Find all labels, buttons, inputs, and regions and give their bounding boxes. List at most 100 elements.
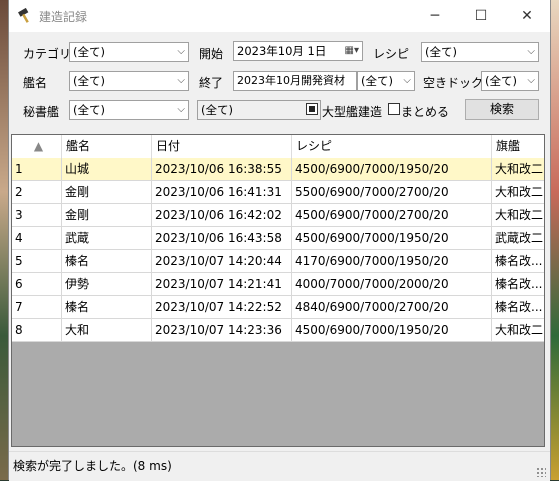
cell-flagship: 榛名改...: [492, 250, 544, 272]
secretary-label: 秘書艦: [23, 105, 60, 119]
cell-flagship: 榛名改...: [492, 296, 544, 318]
column-header-date[interactable]: 日付: [152, 135, 292, 158]
category-select[interactable]: (全て) ⌵: [69, 42, 189, 62]
cell-date: 2023/10/06 16:43:58: [152, 227, 292, 249]
cell-row-number: 5: [12, 250, 62, 272]
cell-row-number: 4: [12, 227, 62, 249]
table-row[interactable]: 5 榛名 2023/10/07 14:20:44 4170/6900/7000/195…: [12, 250, 544, 273]
cell-date: 2023/10/07 14:20:44: [152, 250, 292, 272]
secretary-select[interactable]: (全て) ⌵: [69, 100, 189, 120]
column-header-ship[interactable]: 艦名: [62, 135, 152, 158]
title-bar: 建造記録 ─ ☐ ✕: [9, 0, 550, 32]
cell-ship: 武蔵: [62, 227, 152, 249]
cell-date: 2023/10/07 14:21:41: [152, 273, 292, 295]
cell-recipe: 5500/6900/7000/2700/20: [292, 181, 492, 203]
cell-date: 2023/10/07 14:22:52: [152, 296, 292, 318]
minimize-button[interactable]: ─: [412, 0, 458, 32]
recipe-select[interactable]: (全て) ⌵: [421, 42, 539, 62]
dock-value: (全て): [485, 74, 517, 88]
column-header-flagship[interactable]: 旗艦: [492, 135, 544, 158]
secretary2-value: (全て): [201, 103, 233, 117]
cell-recipe: 4840/6900/7000/2700/20: [292, 296, 492, 318]
cell-recipe: 4500/6900/7000/1950/20: [292, 227, 492, 249]
cell-row-number: 8: [12, 319, 62, 341]
chevron-down-icon: ⌵: [177, 104, 185, 115]
large-build-checkbox[interactable]: [306, 103, 318, 115]
cell-row-number: 2: [12, 181, 62, 203]
cell-flagship: 大和改二: [492, 319, 544, 341]
start-label: 開始: [199, 47, 224, 61]
search-button[interactable]: 検索: [465, 99, 539, 120]
cell-ship: 榛名: [62, 250, 152, 272]
resize-grip-icon[interactable]: [536, 467, 546, 477]
table-row[interactable]: 6 伊勢 2023/10/07 14:21:41 4000/7000/7000/200…: [12, 273, 544, 296]
row-header-sort[interactable]: ▲: [12, 135, 62, 158]
table-row[interactable]: 8 大和 2023/10/07 14:23:36 4500/6900/7000/195…: [12, 319, 544, 342]
results-table: ▲ 艦名 日付 レシピ 旗艦 1 山城 2023/10/06 16:38:55 450…: [11, 134, 545, 447]
cell-ship: 榛名: [62, 296, 152, 318]
table-row[interactable]: 1 山城 2023/10/06 16:38:55 4500/6900/7000/195…: [12, 158, 544, 181]
start-date-value: 2023年10月 1日: [237, 44, 327, 58]
cell-date: 2023/10/06 16:42:02: [152, 204, 292, 226]
cell-flagship: 大和改二: [492, 158, 544, 180]
ship-label: 艦名: [23, 76, 48, 90]
calendar-icon: ▦▾: [344, 45, 359, 56]
end-date-picker[interactable]: 2023年10月開発資材: [233, 71, 357, 91]
cell-ship: 大和: [62, 319, 152, 341]
cell-date: 2023/10/06 16:38:55: [152, 158, 292, 180]
table-row[interactable]: 3 金剛 2023/10/06 16:42:02 4500/6900/7000/270…: [12, 204, 544, 227]
table-row[interactable]: 4 武蔵 2023/10/06 16:43:58 4500/6900/7000/195…: [12, 227, 544, 250]
table-header: ▲ 艦名 日付 レシピ 旗艦: [12, 135, 544, 159]
ship-value: (全て): [73, 74, 105, 88]
recipe-value: (全て): [425, 45, 457, 59]
status-bar: 検索が完了しました。(8 ms): [9, 451, 550, 481]
recipe-label: レシピ: [373, 47, 410, 61]
ship-select[interactable]: (全て) ⌵: [69, 71, 189, 91]
devmat-value: (全て): [361, 74, 393, 88]
cell-row-number: 1: [12, 158, 62, 180]
maximize-button[interactable]: ☐: [458, 0, 504, 32]
cell-ship: 山城: [62, 158, 152, 180]
chevron-down-icon: ⌵: [403, 75, 411, 86]
build-record-window: 建造記録 ─ ☐ ✕ カテゴリ (全て) ⌵ 開始 2023年10月 1日 ▦▾…: [8, 0, 551, 481]
status-text: 検索が完了しました。(8 ms): [13, 459, 172, 473]
start-date-picker[interactable]: 2023年10月 1日 ▦▾: [233, 41, 363, 61]
cell-flagship: 武蔵改二: [492, 227, 544, 249]
background-left: [0, 0, 8, 480]
close-button[interactable]: ✕: [504, 0, 550, 32]
dock-select[interactable]: (全て) ⌵: [481, 71, 539, 91]
cell-date: 2023/10/07 14:23:36: [152, 319, 292, 341]
column-header-recipe[interactable]: レシピ: [292, 135, 492, 158]
cell-ship: 金剛: [62, 181, 152, 203]
cell-flagship: 榛名改...: [492, 273, 544, 295]
chevron-down-icon: ⌵: [527, 75, 535, 86]
cell-row-number: 6: [12, 273, 62, 295]
category-label: カテゴリ: [23, 47, 72, 61]
merge-checkbox[interactable]: [388, 103, 400, 115]
cell-ship: 伊勢: [62, 273, 152, 295]
chevron-down-icon: ⌵: [177, 75, 185, 86]
chevron-down-icon: ⌵: [177, 46, 185, 57]
cell-recipe: 4000/7000/7000/2000/20: [292, 273, 492, 295]
end-label: 終了: [199, 76, 224, 90]
cell-ship: 金剛: [62, 204, 152, 226]
category-value: (全て): [73, 45, 105, 59]
cell-row-number: 7: [12, 296, 62, 318]
end-date-value: 2023年10月開発資材: [237, 74, 345, 87]
cell-recipe: 4500/6900/7000/1950/20: [292, 319, 492, 341]
cell-recipe: 4500/6900/7000/2700/20: [292, 204, 492, 226]
secretary-value: (全て): [73, 103, 105, 117]
chevron-down-icon: ⌵: [527, 46, 535, 57]
merge-label: まとめる: [401, 105, 450, 119]
cell-flagship: 大和改二: [492, 204, 544, 226]
large-build-label: 大型艦建造: [322, 105, 383, 119]
cell-flagship: 大和改二: [492, 181, 544, 203]
cell-row-number: 3: [12, 204, 62, 226]
table-row[interactable]: 2 金剛 2023/10/06 16:41:31 5500/6900/7000/270…: [12, 181, 544, 204]
dock-label: 空きドック: [423, 76, 484, 90]
cell-recipe: 4170/6900/7000/1950/20: [292, 250, 492, 272]
secretary2-select[interactable]: (全て): [197, 100, 321, 120]
cell-date: 2023/10/06 16:41:31: [152, 181, 292, 203]
table-row[interactable]: 7 榛名 2023/10/07 14:22:52 4840/6900/7000/270…: [12, 296, 544, 319]
devmat-select[interactable]: (全て) ⌵: [357, 71, 415, 91]
